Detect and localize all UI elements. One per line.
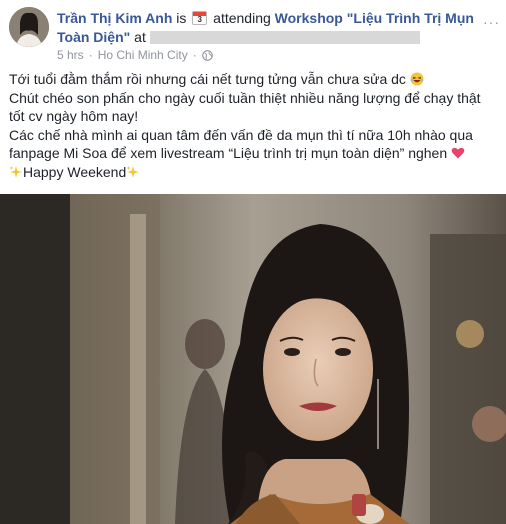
body-line-4-text: Happy Weekend xyxy=(23,163,127,180)
post-body: Tới tuổi đằm thắm rồi nhưng cái nết tưng… xyxy=(9,70,499,181)
heart-icon xyxy=(451,147,465,159)
is-text: is xyxy=(176,10,187,26)
at-text: at xyxy=(134,29,146,45)
activity-text: attending xyxy=(213,10,271,26)
post-header: Trần Thị Kim Anh is 3 attending Workshop… xyxy=(57,9,477,47)
body-line-4: Happy Weekend xyxy=(9,163,499,182)
meta-separator-2: · xyxy=(192,48,197,62)
portrait-photo-image xyxy=(0,194,506,524)
redacted-location-bar xyxy=(149,31,420,44)
body-line-3-text: Các chế nhà mình ai quan tâm đến vấn đề … xyxy=(9,126,473,162)
post-meta: 5 hrs · Ho Chi Minh City · xyxy=(57,48,213,62)
globe-icon[interactable] xyxy=(201,49,213,61)
avatar-image xyxy=(9,7,49,47)
post-location[interactable]: Ho Chi Minh City xyxy=(98,48,188,62)
post-card: Trần Thị Kim Anh is 3 attending Workshop… xyxy=(0,0,506,524)
laughing-emoji-icon xyxy=(410,72,424,86)
post-options-button[interactable]: ··· xyxy=(483,14,500,30)
calendar-icon: 3 xyxy=(192,11,208,25)
post-timestamp[interactable]: 5 hrs xyxy=(57,48,84,62)
body-line-3: Các chế nhà mình ai quan tâm đến vấn đề … xyxy=(9,126,499,163)
author-name-link[interactable]: Trần Thị Kim Anh xyxy=(57,10,172,26)
post-photo[interactable] xyxy=(0,194,506,524)
sparkles-icon-2 xyxy=(126,165,140,178)
body-line-1-text: Tới tuổi đằm thắm rồi nhưng cái nết tưng… xyxy=(9,71,410,87)
body-line-1: Tới tuổi đằm thắm rồi nhưng cái nết tưng… xyxy=(9,70,499,89)
author-avatar[interactable] xyxy=(9,7,49,47)
sparkles-icon xyxy=(9,165,22,178)
body-line-2: Chút chéo son phấn cho ngày cuối tuần th… xyxy=(9,89,481,125)
calendar-day: 3 xyxy=(197,15,202,24)
meta-separator: · xyxy=(88,48,93,62)
